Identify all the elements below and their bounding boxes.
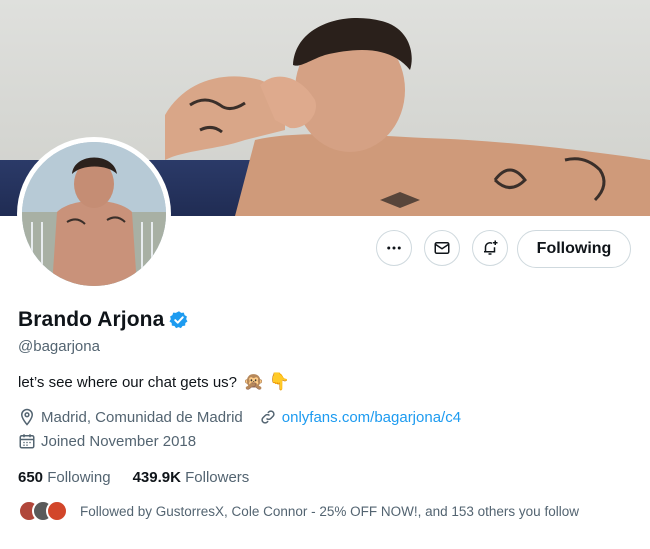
bio-emojis: 🙊 👇 xyxy=(243,372,291,391)
followed-by-avatars xyxy=(18,500,68,522)
envelope-icon xyxy=(434,242,450,254)
followers-label: Followers xyxy=(185,469,250,486)
following-label: Following xyxy=(47,469,111,486)
followers-count: 439.9K xyxy=(132,469,181,486)
name-row: Brando Arjona xyxy=(18,308,189,332)
location-text: Madrid, Comunidad de Madrid xyxy=(41,408,243,426)
username: @bagarjona xyxy=(18,338,100,355)
message-button[interactable] xyxy=(424,230,460,266)
bio: let’s see where our chat gets us? 🙊 👇 xyxy=(18,372,290,392)
bio-text: let’s see where our chat gets us? xyxy=(18,373,238,391)
notifications-button[interactable] xyxy=(472,230,508,266)
joined-text: Joined November 2018 xyxy=(41,432,197,450)
follow-counts: 650 Following 439.9K Followers xyxy=(18,469,249,486)
calendar-icon xyxy=(19,434,35,449)
following-count: 650 xyxy=(18,469,44,486)
followed-by-text: Followed by GustorresX, Cole Connor - 25… xyxy=(80,503,579,519)
website-link[interactable]: onlyfans.com/bagarjona/c4 xyxy=(282,409,461,426)
link-icon xyxy=(261,410,275,424)
joined-row: Joined November 2018 xyxy=(18,432,196,450)
bell-plus-icon xyxy=(484,240,498,255)
profile-meta-row: Madrid, Comunidad de Madrid onlyfans.com… xyxy=(18,408,461,426)
verified-badge-icon[interactable] xyxy=(169,310,189,330)
followed-by[interactable]: Followed by GustorresX, Cole Connor - 25… xyxy=(18,500,579,522)
banner-photo xyxy=(165,17,650,216)
followers-count-link[interactable]: 439.9K Followers xyxy=(133,469,250,486)
display-name: Brando Arjona xyxy=(18,308,165,331)
follower-avatar xyxy=(46,500,68,522)
more-horizontal-icon xyxy=(387,246,401,250)
following-button[interactable]: Following xyxy=(517,230,631,268)
following-count-link[interactable]: 650 Following xyxy=(18,469,111,486)
location-icon xyxy=(20,408,34,426)
more-button[interactable] xyxy=(376,230,412,266)
profile-actions: Following xyxy=(0,230,650,268)
